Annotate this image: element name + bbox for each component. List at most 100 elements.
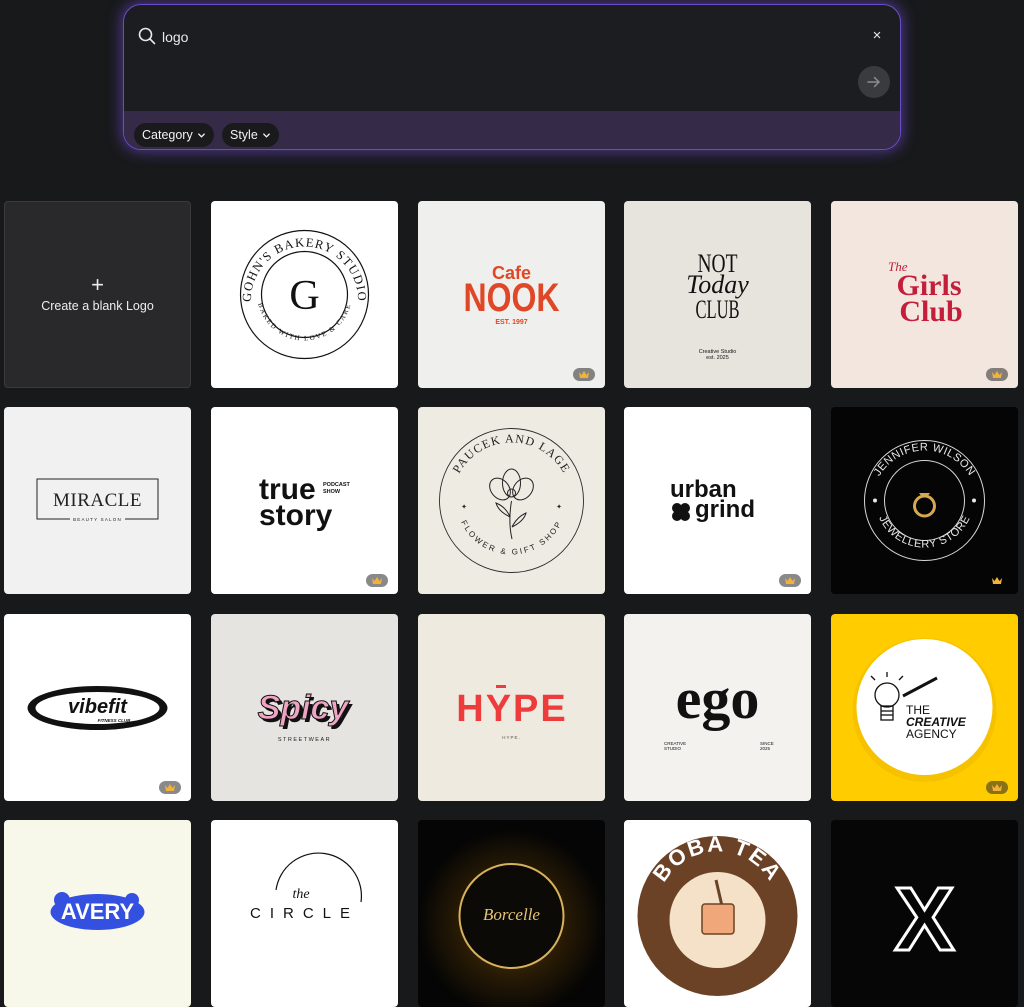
clear-search-button[interactable]: × bbox=[866, 25, 888, 47]
template-preview: PAUCEK AND LAGE FLOWER & GIFT SHOP ✦ ✦ bbox=[418, 407, 605, 594]
template-card-paucek-lage[interactable]: PAUCEK AND LAGE FLOWER & GIFT SHOP ✦ ✦ bbox=[418, 407, 605, 594]
search-input[interactable] bbox=[162, 25, 842, 49]
crown-icon bbox=[165, 784, 175, 791]
template-preview: Spicy Spicy STREETWEAR bbox=[211, 614, 398, 801]
search-row: × bbox=[124, 5, 900, 111]
template-card-ego[interactable]: ego CREATIVE STUDIO SINCE 2025 bbox=[624, 614, 811, 801]
club-text: CLUB bbox=[696, 295, 740, 324]
nook-text: NOOK bbox=[464, 276, 560, 320]
premium-badge bbox=[779, 574, 801, 587]
chevron-down-icon bbox=[197, 132, 205, 138]
crown-icon bbox=[992, 371, 1002, 378]
template-preview: ego CREATIVE STUDIO SINCE 2025 bbox=[624, 614, 811, 801]
template-preview: urban grind bbox=[624, 407, 811, 594]
search-icon bbox=[138, 27, 156, 45]
crown-icon bbox=[992, 784, 1002, 791]
avery-text: AVERY bbox=[61, 899, 135, 924]
flower-badge-icon bbox=[672, 503, 690, 521]
premium-badge bbox=[573, 368, 595, 381]
template-card-x[interactable]: X bbox=[831, 820, 1018, 1007]
template-preview: MIRACLE BEAUTY SALON bbox=[4, 407, 191, 594]
x-text: X bbox=[894, 870, 954, 970]
template-preview: X bbox=[831, 820, 1018, 1007]
premium-badge bbox=[986, 574, 1008, 587]
category-filter-label: Category bbox=[142, 128, 193, 142]
template-card-gohns-bakery[interactable]: GOHN'S BAKERY STUDIO BAKED WITH LOVE & C… bbox=[211, 201, 398, 388]
template-card-not-today-club[interactable]: NOT Today CLUB Creative Studio est. 2025 bbox=[624, 201, 811, 388]
template-card-miracle[interactable]: MIRACLE BEAUTY SALON bbox=[4, 407, 191, 594]
template-preview: Borcelle bbox=[418, 820, 605, 1007]
template-card-hype[interactable]: HYPE HYPE. bbox=[418, 614, 605, 801]
studio-text: STUDIO bbox=[664, 746, 682, 751]
crown-icon bbox=[372, 577, 382, 584]
template-card-girls-club[interactable]: The Girls Club bbox=[831, 201, 1018, 388]
agency-text: AGENCY bbox=[906, 727, 957, 741]
template-preview: NOT Today CLUB Creative Studio est. 2025 bbox=[624, 201, 811, 388]
star-icon: ✦ bbox=[556, 503, 562, 511]
close-icon: × bbox=[872, 27, 882, 44]
vibefit-text: vibefit bbox=[68, 696, 128, 718]
crown-icon bbox=[785, 577, 795, 584]
miracle-text: MIRACLE bbox=[53, 490, 142, 511]
fitness-club-text: FITNESS CLUB bbox=[98, 718, 132, 723]
premium-badge bbox=[986, 368, 1008, 381]
submit-search-button[interactable] bbox=[858, 66, 890, 98]
template-preview: The Girls Club bbox=[831, 201, 1018, 388]
circle-text: CIRCLE bbox=[250, 905, 359, 922]
create-blank-label: Create a blank Logo bbox=[41, 299, 154, 313]
est-2025-text: est. 2025 bbox=[706, 355, 729, 361]
template-preview: BOBA TEA bbox=[624, 820, 811, 1007]
star-icon: ✦ bbox=[461, 503, 467, 511]
premium-badge bbox=[159, 781, 181, 794]
hype-text: HYPE bbox=[456, 688, 567, 730]
template-card-jennifer-wilson[interactable]: JENNIFER WILSON JEWELLERY STORE bbox=[831, 407, 1018, 594]
template-preview: true story PODCAST SHOW bbox=[211, 407, 398, 594]
template-card-vibefit[interactable]: vibefit FITNESS CLUB bbox=[4, 614, 191, 801]
spicy-text: Spicy bbox=[258, 689, 351, 727]
show-text: SHOW bbox=[323, 489, 341, 495]
grind-text: grind bbox=[695, 496, 755, 523]
template-card-true-story[interactable]: true story PODCAST SHOW bbox=[211, 407, 398, 594]
podcast-text: PODCAST bbox=[323, 482, 351, 488]
style-filter[interactable]: Style bbox=[222, 123, 279, 147]
template-card-creative-agency[interactable]: THE CREATIVE AGENCY bbox=[831, 614, 1018, 801]
the-text: the bbox=[292, 887, 309, 902]
hype-sub-text: HYPE. bbox=[502, 735, 521, 740]
template-preview: THE CREATIVE AGENCY bbox=[831, 614, 1018, 801]
gohns-letter: G bbox=[289, 273, 319, 319]
arrow-right-icon bbox=[867, 76, 880, 88]
style-filter-label: Style bbox=[230, 128, 258, 142]
filter-bar: Category Style bbox=[124, 111, 900, 149]
template-card-urban-grind[interactable]: urban grind bbox=[624, 407, 811, 594]
beauty-salon-text: BEAUTY SALON bbox=[73, 517, 122, 522]
template-preview: GOHN'S BAKERY STUDIO BAKED WITH LOVE & C… bbox=[211, 201, 398, 388]
year-text: 2025 bbox=[760, 746, 771, 751]
premium-badge bbox=[366, 574, 388, 587]
club-text: Club bbox=[899, 295, 962, 328]
ego-text: ego bbox=[676, 666, 760, 731]
template-preview: HYPE HYPE. bbox=[418, 614, 605, 801]
template-preview: Cafe NOOK EST. 1997 bbox=[418, 201, 605, 388]
crown-icon bbox=[992, 577, 1002, 584]
streetwear-text: STREETWEAR bbox=[278, 737, 331, 743]
template-card-the-circle[interactable]: the CIRCLE bbox=[211, 820, 398, 1007]
category-filter[interactable]: Category bbox=[134, 123, 214, 147]
crown-icon bbox=[579, 371, 589, 378]
template-preview: AVERY bbox=[4, 820, 191, 1007]
story-text: story bbox=[259, 499, 333, 532]
borcelle-text: Borcelle bbox=[483, 905, 540, 924]
premium-badge bbox=[986, 781, 1008, 794]
template-preview: the CIRCLE bbox=[211, 820, 398, 1007]
template-card-borcelle[interactable]: Borcelle bbox=[418, 820, 605, 1007]
template-card-avery[interactable]: AVERY bbox=[4, 820, 191, 1007]
create-blank-logo-card[interactable]: + Create a blank Logo bbox=[4, 201, 191, 388]
template-preview: JENNIFER WILSON JEWELLERY STORE bbox=[831, 407, 1018, 594]
template-card-boba-tea[interactable]: BOBA TEA bbox=[624, 820, 811, 1007]
chevron-down-icon bbox=[262, 132, 270, 138]
plus-icon: + bbox=[91, 272, 104, 297]
template-card-cafe-nook[interactable]: Cafe NOOK EST. 1997 bbox=[418, 201, 605, 388]
template-preview: vibefit FITNESS CLUB bbox=[4, 614, 191, 801]
search-panel: × Category Style bbox=[123, 4, 901, 150]
template-card-spicy[interactable]: Spicy Spicy STREETWEAR bbox=[211, 614, 398, 801]
est-text: EST. 1997 bbox=[495, 319, 527, 326]
